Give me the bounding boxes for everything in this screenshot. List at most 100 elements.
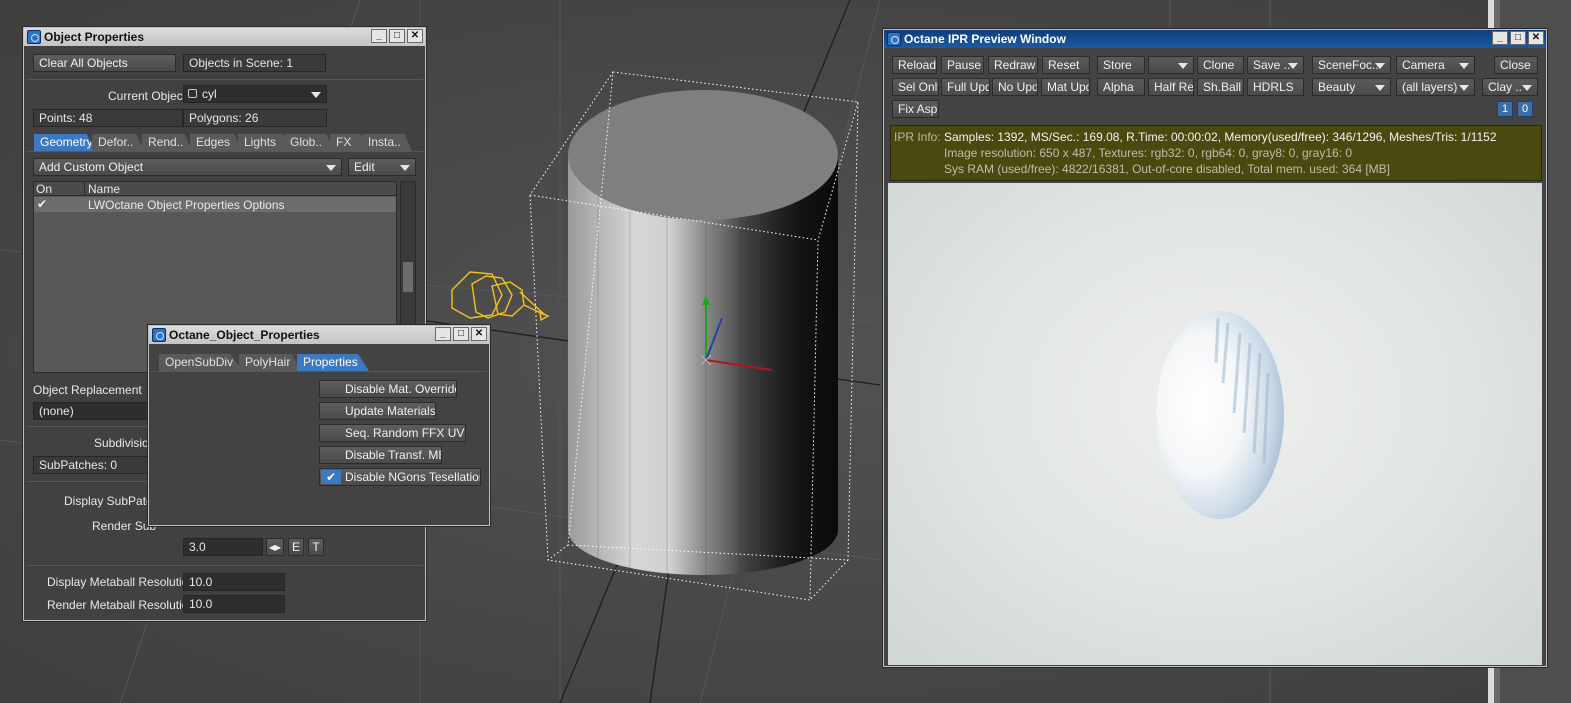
store-button[interactable]: Store [1097, 56, 1145, 74]
ipr-info-line3: Sys RAM (used/free): 4822/16381, Out-of-… [944, 162, 1390, 176]
octane-ipr-preview-window: Octane IPR Preview Window _ □ ✕ Reload P… [883, 29, 1547, 667]
add-custom-object-dropdown[interactable]: Add Custom Object [33, 158, 342, 176]
ipr-titlebar[interactable]: Octane IPR Preview Window _ □ ✕ [884, 30, 1546, 48]
sel-only-button[interactable]: Sel Only [892, 78, 939, 96]
window-title: Object Properties [44, 30, 145, 44]
render-metaball-label: Render Metaball Resolution [47, 598, 196, 612]
object-properties-titlebar[interactable]: Object Properties _ □ ✕ [24, 28, 425, 46]
fix-aspect-button[interactable]: Fix Asp. [892, 100, 939, 118]
disable-transf-mb-toggle[interactable]: Disable Transf. MB [319, 446, 442, 464]
envelope-e-button[interactable]: E [288, 538, 304, 556]
list-item[interactable]: ✔ LWOctane Object Properties Options [34, 197, 396, 212]
octane-object-properties-titlebar[interactable]: Octane_Object_Properties _ □ ✕ [149, 326, 489, 344]
octane-object-properties-window: Octane_Object_Properties _ □ ✕ OpenSubDi… [148, 325, 490, 526]
hdrls-button[interactable]: HDRLS [1247, 78, 1304, 96]
mat-update-button[interactable]: Mat Upd [1041, 78, 1090, 96]
current-object-value: cyl [202, 87, 217, 101]
current-object-label: Current Object [108, 89, 187, 103]
row-checkbox[interactable]: ✔ [35, 197, 49, 211]
no-update-button[interactable]: No Upd. [992, 78, 1038, 96]
display-metaball-input[interactable]: 10.0 [183, 573, 285, 591]
camera-dropdown[interactable]: Camera [1396, 56, 1475, 74]
object-icon [188, 89, 197, 98]
column-name[interactable]: Name [88, 182, 120, 196]
sh-ball-button[interactable]: Sh.Ball [1197, 78, 1244, 96]
toggle-label: Seq. Random FFX UVs [345, 426, 466, 440]
alpha-button[interactable]: Alpha [1097, 78, 1145, 96]
display-metaball-label: Display Metaball Resolution [47, 575, 196, 589]
render-metaball-input[interactable]: 10.0 [183, 595, 285, 613]
toggle-label: Disable NGons Tesellation [345, 470, 481, 484]
close-button[interactable]: ✕ [471, 327, 487, 341]
clone-button[interactable]: Clone [1197, 56, 1244, 74]
reset-button[interactable]: Reset [1042, 56, 1090, 74]
objects-in-scene: Objects in Scene: 1 [183, 54, 326, 72]
ipr-info-line2: Image resolution: 650 x 487, Textures: r… [944, 146, 1353, 160]
minimize-button[interactable]: _ [371, 29, 387, 43]
object-replacement-label: Object Replacement [33, 383, 142, 397]
close-ipr-button[interactable]: Close [1494, 56, 1538, 74]
disable-ngons-tesellation-toggle[interactable]: ✔ Disable NGons Tesellation [319, 468, 481, 486]
tab-properties[interactable]: Properties [297, 354, 369, 371]
toggle-label: Update Materials [345, 404, 436, 418]
list-header: On Name [34, 182, 396, 196]
app-icon [887, 32, 901, 46]
maximize-button[interactable]: □ [1510, 31, 1526, 45]
minimize-button[interactable]: _ [1492, 31, 1508, 45]
edit-dropdown[interactable]: Edit [348, 158, 416, 176]
app-icon [152, 328, 166, 342]
view-1-button[interactable]: 1 [1497, 101, 1513, 117]
render-pass-dropdown[interactable]: Beauty [1312, 78, 1391, 96]
redraw-button[interactable]: Redraw [988, 56, 1038, 74]
ipr-render-view[interactable] [888, 183, 1542, 665]
clay-mode-dropdown[interactable]: Clay .. [1482, 78, 1538, 96]
cylinder-object [568, 90, 838, 580]
maximize-button[interactable]: □ [389, 29, 405, 43]
window-title: Octane_Object_Properties [169, 328, 320, 342]
tab-lights[interactable]: Lights [238, 134, 290, 151]
tab-opensubdiv[interactable]: OpenSubDiv [159, 354, 243, 371]
polygons-count: Polygons: 26 [183, 109, 327, 127]
tab-geometry[interactable]: Geometry [34, 134, 96, 151]
full-update-button[interactable]: Full Upd. [941, 78, 990, 96]
texture-t-button[interactable]: T [308, 538, 324, 556]
points-count: Points: 48 [33, 109, 183, 127]
update-materials-toggle[interactable]: Update Materials [319, 402, 436, 420]
render-subpatch-input[interactable]: 3.0 [183, 538, 263, 556]
close-button[interactable]: ✕ [1528, 31, 1544, 45]
current-object-dropdown[interactable]: cyl [183, 85, 327, 103]
subdivision-label: Subdivision [94, 436, 156, 450]
tab-polyhair[interactable]: PolyHair [239, 354, 301, 371]
reload-button[interactable]: Reload [892, 56, 937, 74]
tab-instance[interactable]: Insta.. [362, 134, 412, 151]
scrollbar-thumb[interactable] [403, 262, 413, 292]
pause-button[interactable]: Pause [941, 56, 984, 74]
store-slot-dropdown[interactable] [1148, 56, 1194, 74]
half-res-button[interactable]: Half Res [1148, 78, 1194, 96]
checkmark-icon: ✔ [321, 470, 341, 484]
save-dropdown[interactable]: Save .. [1247, 56, 1304, 74]
ipr-info-panel: IPR Info: Samples: 1392, MS/Sec.: 169.08… [890, 125, 1542, 181]
ipr-info-line1: Samples: 1392, MS/Sec.: 169.08, R.Time: … [944, 130, 1497, 144]
minimize-button[interactable]: _ [435, 327, 451, 341]
toggle-label: Disable Mat. Override [345, 382, 457, 396]
column-on[interactable]: On [36, 182, 52, 196]
tab-global[interactable]: Glob.. [284, 134, 334, 151]
scene-focus-dropdown[interactable]: SceneFoc.. [1312, 56, 1391, 74]
disable-mat-override-toggle[interactable]: Disable Mat. Override [319, 380, 457, 398]
layers-dropdown[interactable]: (all layers) [1396, 78, 1475, 96]
tab-fx[interactable]: FX [330, 134, 366, 151]
tab-deform[interactable]: Defor.. [92, 134, 144, 151]
view-0-button[interactable]: 0 [1517, 101, 1533, 117]
display-subpatch-label: Display SubPatch [64, 494, 159, 508]
tab-render[interactable]: Rend.. [142, 134, 192, 151]
seq-random-ffx-uvs-toggle[interactable]: Seq. Random FFX UVs [319, 424, 466, 442]
ipr-info-label: IPR Info: [894, 130, 941, 144]
tab-edges[interactable]: Edges [190, 134, 242, 151]
render-subpatch-label: Render Sub [92, 519, 157, 533]
maximize-button[interactable]: □ [453, 327, 469, 341]
app-icon [27, 30, 41, 44]
close-button[interactable]: ✕ [407, 29, 423, 43]
slider-arrows-icon[interactable]: ◂▸ [266, 538, 284, 556]
clear-all-objects-button[interactable]: Clear All Objects [33, 54, 176, 72]
